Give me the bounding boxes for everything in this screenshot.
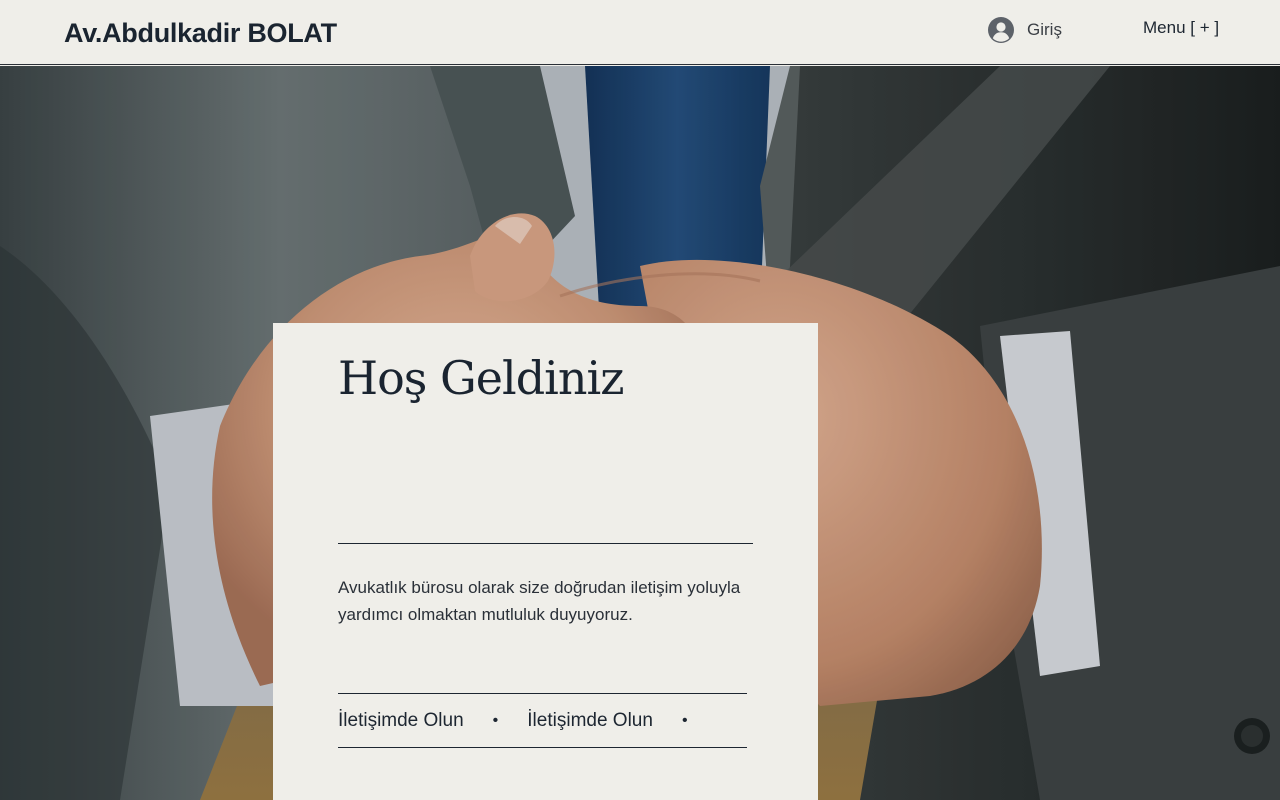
welcome-card: Hoş Geldiniz Avukatlık bürosu olarak siz… (273, 323, 818, 800)
separator-dot: • (492, 711, 499, 729)
contact-link[interactable]: İletişimde Olun (527, 710, 653, 732)
site-brand[interactable]: Av.Abdulkadir BOLAT (64, 18, 337, 49)
contact-link[interactable]: İletişimde Olun (338, 710, 464, 732)
site-header: Av.Abdulkadir BOLAT Giriş Menu [ + ] (0, 0, 1280, 65)
login-label: Giriş (1027, 19, 1062, 39)
contact-marquee[interactable]: İletişimde Olun • İletişimde Olun • (338, 693, 747, 748)
separator-dot: • (681, 711, 688, 729)
menu-button[interactable]: Menu [ + ] (1143, 18, 1219, 38)
login-button[interactable]: Giriş (988, 16, 1062, 43)
user-avatar-icon (988, 16, 1014, 43)
welcome-description: Avukatlık bürosu olarak size doğrudan il… (338, 578, 741, 624)
welcome-title: Hoş Geldiniz (338, 351, 624, 405)
divider (338, 543, 753, 544)
